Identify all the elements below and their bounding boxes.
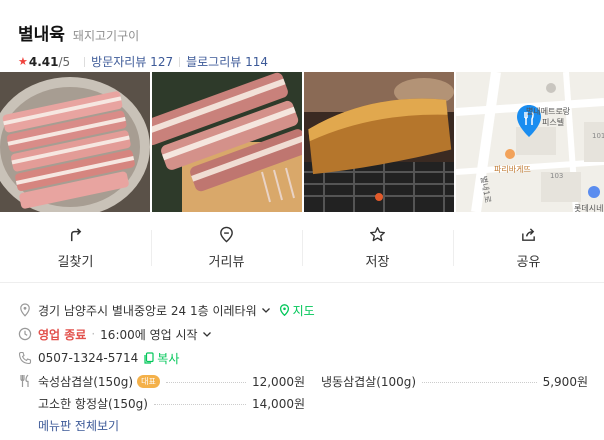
clock-icon [18, 327, 32, 341]
map-link[interactable]: 지도 [293, 302, 315, 319]
signature-badge: 대표 [137, 374, 160, 388]
phone-row: 0507-1324-5714 복사 [18, 346, 588, 370]
menu-list: 숙성삼겹살(150g) 대표 12,000원 냉동삼겹살(100g) 5,900… [38, 370, 588, 414]
menu-item-price: 5,900원 [542, 374, 588, 389]
action-bar: 길찾기 거리뷰 저장 공유 [0, 222, 604, 274]
business-status: 영업 종료 [38, 327, 87, 342]
visitor-reviews-link[interactable]: 방문자리뷰 127 [91, 53, 173, 70]
utensils-icon [20, 374, 29, 387]
directions-icon [70, 228, 82, 242]
map-label-103: 103 [550, 172, 564, 180]
blog-reviews-link[interactable]: 블로그리뷰 114 [186, 53, 268, 70]
place-category: 돼지고기구이 [72, 29, 140, 43]
dotted-leader [165, 381, 246, 383]
hours-row: 영업 종료 · 16:00에 영업 시작 [18, 322, 588, 346]
street-view-label: 거리뷰 [208, 255, 245, 270]
photo-pork-on-board[interactable] [152, 72, 302, 212]
chevron-down-icon[interactable] [202, 329, 212, 339]
copy-icon [144, 352, 154, 364]
menu-item-price: 14,000원 [251, 396, 305, 411]
address-row: 경기 남양주시 별내중앙로 24 1층 이레타워 지도 [18, 298, 588, 322]
menu-item-name: 숙성삼겹살(150g) [38, 374, 134, 389]
menu-item-name: 고소한 항정살(150g) [38, 396, 148, 411]
map-label-101: 101 [592, 132, 604, 140]
divider [0, 282, 604, 283]
place-header: 별내육 돼지고기구이 ★ 4.41 /5 방문자리뷰 127 블로그리뷰 114 [18, 20, 268, 70]
menu-item[interactable]: 냉동삼겹살(100g) 5,900원 [321, 370, 588, 392]
map-label-building2: 피스텔 [542, 118, 565, 127]
share-label: 공유 [516, 255, 541, 270]
rating-max: /5 [58, 54, 71, 69]
photo-pork-belly-tray[interactable] [0, 72, 150, 212]
separator [84, 56, 86, 67]
rating-value: 4.41 [28, 54, 59, 69]
map-pin-green-icon [279, 304, 289, 316]
share-icon [522, 228, 535, 241]
dotted-leader [422, 381, 537, 383]
dot-separator: · [91, 327, 96, 341]
phone-number[interactable]: 0507-1324-5714 [38, 351, 138, 365]
location-pin-icon [20, 303, 30, 317]
menu-row: 숙성삼겹살(150g) 대표 12,000원 냉동삼겹살(100g) 5,900… [18, 370, 588, 414]
menu-item[interactable]: 고소한 항정살(150g) 14,000원 [38, 392, 305, 414]
phone-icon [18, 351, 32, 365]
street-view-button[interactable]: 거리뷰 [151, 222, 302, 274]
separator [179, 56, 181, 67]
share-button[interactable]: 공유 [453, 222, 604, 274]
photo-grilled-pork[interactable] [304, 72, 454, 212]
save-button[interactable]: 저장 [302, 222, 453, 274]
place-name[interactable]: 별내육 [18, 20, 65, 45]
star-icon [370, 227, 385, 242]
menu-item[interactable]: 숙성삼겹살(150g) 대표 12,000원 [38, 370, 305, 392]
dotted-leader [153, 403, 246, 405]
photo-gallery: 별내메트로랑 피스텔 파리바게뜨 별내1로 101 103 롯데시네 [0, 72, 604, 212]
place-info: 경기 남양주시 별내중앙로 24 1층 이레타워 지도 영업 종료 · 16:0… [18, 298, 588, 436]
map-label-building: 별내메트로랑 [526, 107, 571, 116]
chevron-down-icon[interactable] [261, 305, 271, 315]
star-rating-icon: ★ [18, 55, 28, 68]
directions-label: 길찾기 [57, 255, 94, 270]
copy-button[interactable]: 복사 [157, 350, 179, 367]
directions-button[interactable]: 길찾기 [0, 222, 151, 274]
location-map[interactable]: 별내메트로랑 피스텔 파리바게뜨 별내1로 101 103 롯데시네 [456, 72, 604, 212]
full-menu-link[interactable]: 메뉴판 전체보기 [38, 414, 588, 436]
save-label: 저장 [365, 255, 390, 270]
map-label-bakery: 파리바게뜨 [494, 165, 531, 174]
menu-item-price: 12,000원 [251, 374, 305, 389]
street-view-icon [220, 226, 233, 243]
business-hours[interactable]: 16:00에 영업 시작 [100, 326, 197, 343]
map-label-lotte: 롯데시네 [574, 204, 604, 212]
menu-item-name: 냉동삼겹살(100g) [321, 374, 417, 389]
address-text[interactable]: 경기 남양주시 별내중앙로 24 1층 이레타워 [38, 302, 257, 319]
